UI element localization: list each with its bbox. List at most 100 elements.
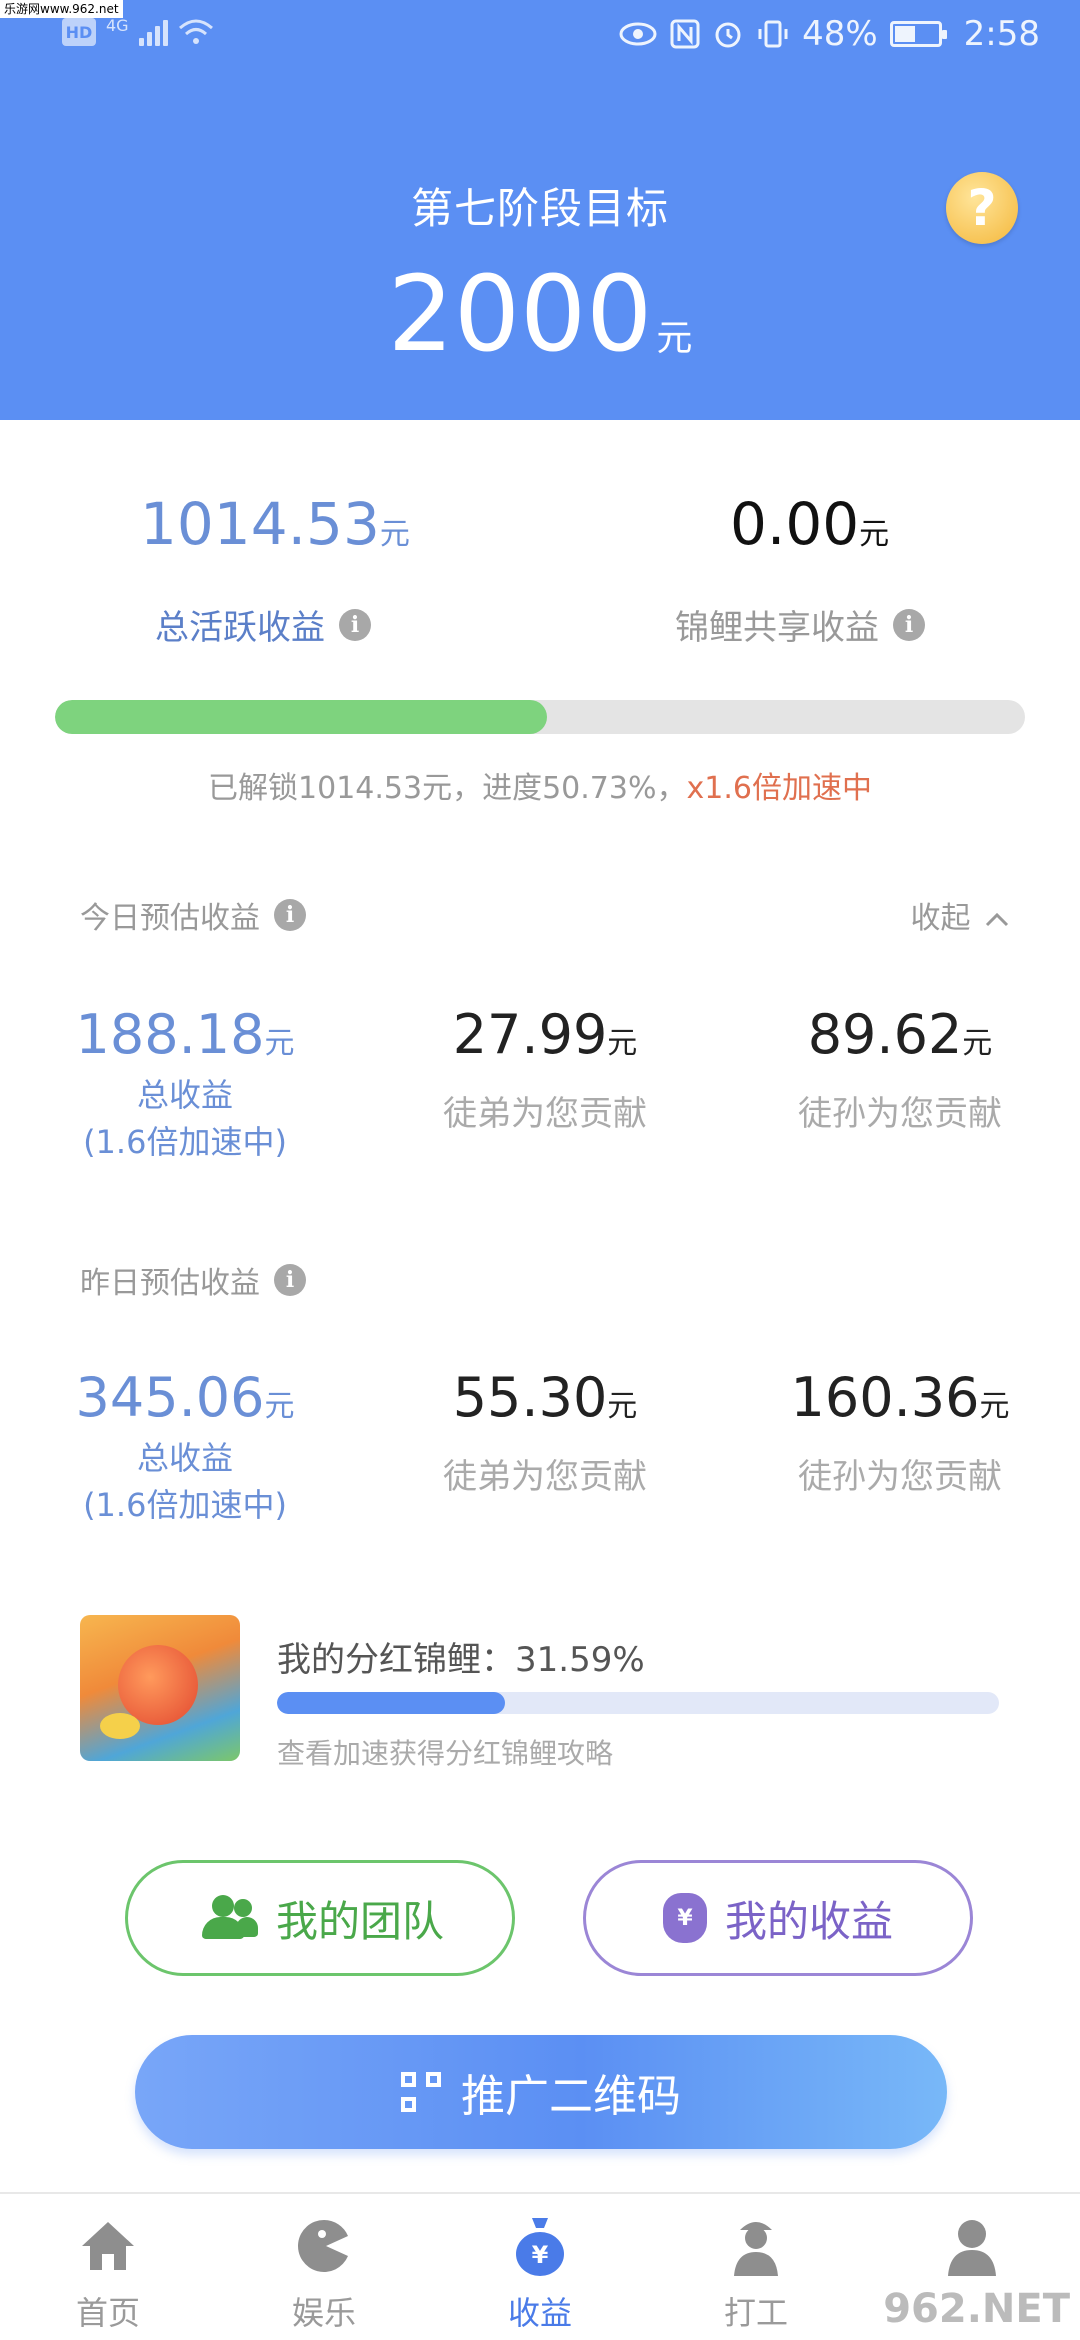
today-total-labels: 总收益 (1.6倍加速中): [15, 1072, 355, 1165]
today-total-value: 188.18元: [15, 1005, 355, 1064]
bottom-nav: 首页 娱乐 ¥ 收益 打工 962.NET: [0, 2192, 1080, 2340]
carp-guide-link[interactable]: 查看加速获得分红锦鲤攻略: [277, 1732, 613, 1772]
today-total-note: (1.6倍加速中): [83, 1122, 287, 1161]
yesterday-total-value: 345.06元: [15, 1368, 355, 1427]
today-apprentice-amount: 27.99: [452, 1003, 608, 1066]
yesterday-grand-apprentice-unit: 元: [979, 1389, 1010, 1424]
collapse-label: 收起: [910, 901, 971, 936]
active-income-label-row[interactable]: 总活跃收益 i: [155, 600, 371, 649]
yesterday-grand-apprentice-label: 徒孙为您贡献: [798, 1457, 1002, 1498]
yesterday-apprentice-unit: 元: [607, 1389, 638, 1424]
stage-target-value: 2000: [387, 253, 653, 375]
nav-work[interactable]: 打工: [648, 2194, 864, 2340]
hd-badge: HD: [62, 18, 96, 46]
stage-progress-fill: [55, 700, 548, 734]
carp-share-income-value: 0.00元: [730, 490, 889, 558]
home-icon: [76, 2214, 140, 2278]
yesterday-title-text: 昨日预估收益: [80, 1266, 260, 1301]
today-estimate-title: 今日预估收益 i: [80, 893, 306, 937]
carp-progress-bar: [277, 1692, 999, 1714]
today-grand-apprentice-unit: 元: [962, 1026, 993, 1061]
carp-progress-fill: [277, 1692, 506, 1714]
coin-image: [100, 1713, 140, 1739]
team-icon: [196, 1895, 258, 1941]
yesterday-total-amount: 345.06: [75, 1366, 265, 1429]
nav-home[interactable]: 首页: [0, 2194, 216, 2340]
promo-qrcode-button[interactable]: 推广二维码: [135, 2035, 947, 2149]
info-icon[interactable]: i: [274, 1264, 306, 1296]
info-icon[interactable]: i: [893, 608, 925, 641]
stage-title: 第七阶段目标: [410, 184, 669, 233]
help-button[interactable]: ?: [946, 172, 1018, 244]
clock-time: 2:58: [963, 14, 1040, 54]
battery-percent: 48%: [802, 14, 878, 54]
stage-progress-bar: [55, 700, 1025, 734]
today-apprentice-unit: 元: [607, 1026, 638, 1061]
active-income-amount: 1014.53: [140, 490, 380, 558]
yesterday-grand-apprentice-amount: 160.36: [790, 1366, 980, 1429]
active-income-label: 总活跃收益: [155, 608, 325, 648]
yesterday-grand-apprentice-column: 160.36元 徒孙为您贡献: [730, 1368, 1070, 1498]
nav-income-label: 收益: [507, 2294, 572, 2332]
collapse-button[interactable]: 收起: [910, 893, 1010, 937]
today-grand-apprentice-column: 89.62元 徒孙为您贡献: [730, 1005, 1070, 1135]
today-apprentice-column: 27.99元 徒弟为您贡献: [375, 1005, 715, 1135]
my-team-label: 我的团队: [275, 1896, 444, 1946]
today-total-unit: 元: [264, 1026, 295, 1061]
today-title-text: 今日预估收益: [80, 901, 260, 936]
info-icon[interactable]: i: [339, 608, 371, 641]
yesterday-total-label: 总收益: [136, 1439, 233, 1478]
today-total-column: 188.18元 总收益 (1.6倍加速中): [15, 1005, 355, 1165]
yesterday-apprentice-amount: 55.30: [452, 1366, 608, 1429]
status-bar-left: HD 4G: [62, 15, 214, 46]
carp-share-title: 我的分红锦鲤：31.59%: [277, 1640, 645, 1680]
yesterday-grand-apprentice-value: 160.36元: [730, 1368, 1070, 1427]
carp-fish-image: [118, 1645, 198, 1725]
nav-fun[interactable]: 娱乐: [216, 2194, 432, 2340]
battery-icon: [889, 21, 947, 47]
watermark-label: 乐游网www.962.net: [0, 0, 123, 18]
my-income-button[interactable]: ¥ 我的收益: [583, 1860, 973, 1976]
status-bar-right: 48% 2:58: [618, 14, 1040, 54]
game-icon: [292, 2214, 356, 2278]
yesterday-total-unit: 元: [264, 1389, 295, 1424]
user-icon: [940, 2214, 1004, 2278]
money-bag-icon: ¥: [662, 1893, 707, 1943]
chevron-up-icon: [985, 912, 1009, 926]
stage-progress-text: 已解锁1014.53元，进度50.73%，x1.6倍加速中: [0, 763, 1080, 807]
wifi-icon: [178, 19, 213, 44]
money-bag-icon: ¥: [508, 2214, 572, 2278]
worker-icon: [724, 2214, 788, 2278]
today-grand-apprentice-amount: 89.62: [807, 1003, 963, 1066]
carp-share-label-row[interactable]: 锦鲤共享收益 i: [675, 600, 925, 649]
carp-thumbnail[interactable]: [80, 1615, 240, 1761]
network-type: 4G: [106, 15, 129, 35]
qrcode-icon: [401, 2072, 441, 2112]
my-team-button[interactable]: 我的团队: [125, 1860, 515, 1976]
nav-income[interactable]: ¥ 收益: [432, 2194, 648, 2340]
yesterday-total-labels: 总收益 (1.6倍加速中): [15, 1435, 355, 1528]
carp-share-income-unit: 元: [859, 517, 890, 552]
today-grand-apprentice-value: 89.62元: [730, 1005, 1070, 1064]
eye-icon: [619, 22, 657, 46]
yesterday-apprentice-column: 55.30元 徒弟为您贡献: [375, 1368, 715, 1498]
vibrate-icon: [758, 20, 788, 48]
progress-text-main: 已解锁1014.53元，进度50.73%，: [208, 771, 687, 806]
nav-home-label: 首页: [75, 2294, 140, 2332]
header: 乐游网www.962.net HD 4G 48% 2:58 第七阶段目标 200…: [0, 0, 1080, 420]
today-grand-apprentice-label: 徒孙为您贡献: [798, 1094, 1002, 1135]
today-apprentice-value: 27.99元: [375, 1005, 715, 1064]
active-income-value: 1014.53元: [140, 490, 410, 558]
nfc-icon: [670, 19, 700, 49]
today-apprentice-label: 徒弟为您贡献: [443, 1094, 647, 1135]
stage-target-unit: 元: [656, 318, 693, 359]
info-icon[interactable]: i: [274, 899, 306, 931]
yesterday-total-note: (1.6倍加速中): [83, 1485, 287, 1524]
yesterday-estimate-title: 昨日预估收益 i: [80, 1258, 306, 1302]
carp-share-label: 锦鲤共享收益: [675, 608, 879, 648]
nav-fun-label: 娱乐: [291, 2294, 356, 2332]
alarm-icon: [715, 22, 741, 48]
progress-accel-text: x1.6倍加速中: [686, 771, 872, 806]
today-total-label: 总收益: [136, 1076, 233, 1115]
yesterday-apprentice-value: 55.30元: [375, 1368, 715, 1427]
